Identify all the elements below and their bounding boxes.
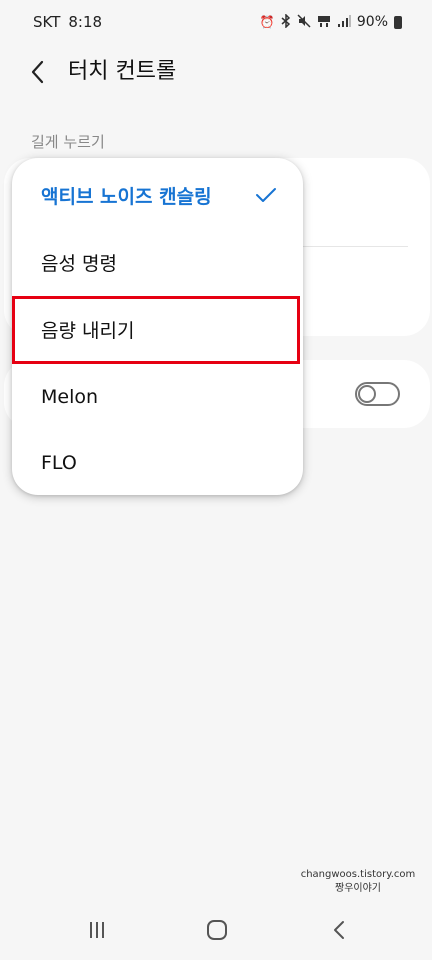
back-button[interactable]	[22, 56, 54, 88]
app-header: 터치 컨트롤	[0, 48, 432, 96]
home-button[interactable]	[202, 918, 232, 942]
check-icon	[256, 188, 276, 202]
toggle-knob	[358, 385, 376, 403]
signal-icon	[337, 14, 351, 31]
popup-item-label: 음성 명령	[41, 253, 117, 275]
watermark-name: 짱우이야기	[335, 883, 381, 894]
carrier-label: SKT	[33, 13, 61, 31]
status-left: SKT 8:18	[33, 13, 102, 31]
popup-item-label: 음량 내리기	[41, 320, 135, 342]
popup-item-label: 액티브 노이즈 캔슬링	[41, 186, 212, 208]
popup-item-flo[interactable]: FLO	[12, 429, 303, 496]
dropdown-popup: 액티브 노이즈 캔슬링 음성 명령 음량 내리기 Melon FLO	[12, 158, 303, 495]
nav-back-button[interactable]	[324, 918, 354, 942]
home-icon	[207, 920, 227, 940]
battery-icon	[394, 15, 402, 29]
network-icon	[317, 14, 331, 31]
popup-item-active-noise-cancel[interactable]: 액티브 노이즈 캔슬링	[12, 162, 303, 229]
mute-icon	[297, 13, 311, 31]
status-right: ⏰ 90%	[259, 12, 402, 31]
back-icon	[334, 921, 344, 939]
battery-percent: 90%	[356, 14, 388, 30]
watermark: changwoos.tistory.com 짱우이야기	[298, 868, 418, 896]
popup-item-label: FLO	[41, 451, 77, 474]
bluetooth-icon	[281, 12, 291, 31]
page-title: 터치 컨트롤	[68, 59, 177, 84]
popup-item-label: Melon	[41, 385, 99, 408]
popup-item-melon[interactable]: Melon	[12, 363, 303, 430]
recent-apps-button[interactable]	[82, 918, 112, 942]
toggle-switch[interactable]	[355, 382, 400, 406]
alarm-icon: ⏰	[259, 15, 275, 29]
nav-bar	[0, 900, 432, 960]
popup-item-voice-command[interactable]: 음성 명령	[12, 229, 303, 296]
popup-item-volume-down[interactable]: 음량 내리기	[12, 296, 303, 363]
clock: 8:18	[68, 13, 103, 31]
section-label: 길게 누르기	[31, 133, 105, 151]
recent-apps-icon	[90, 922, 104, 938]
status-bar: SKT 8:18 ⏰ 90%	[0, 0, 432, 44]
chevron-left-icon	[31, 60, 44, 84]
watermark-url: changwoos.tistory.com	[300, 869, 416, 880]
